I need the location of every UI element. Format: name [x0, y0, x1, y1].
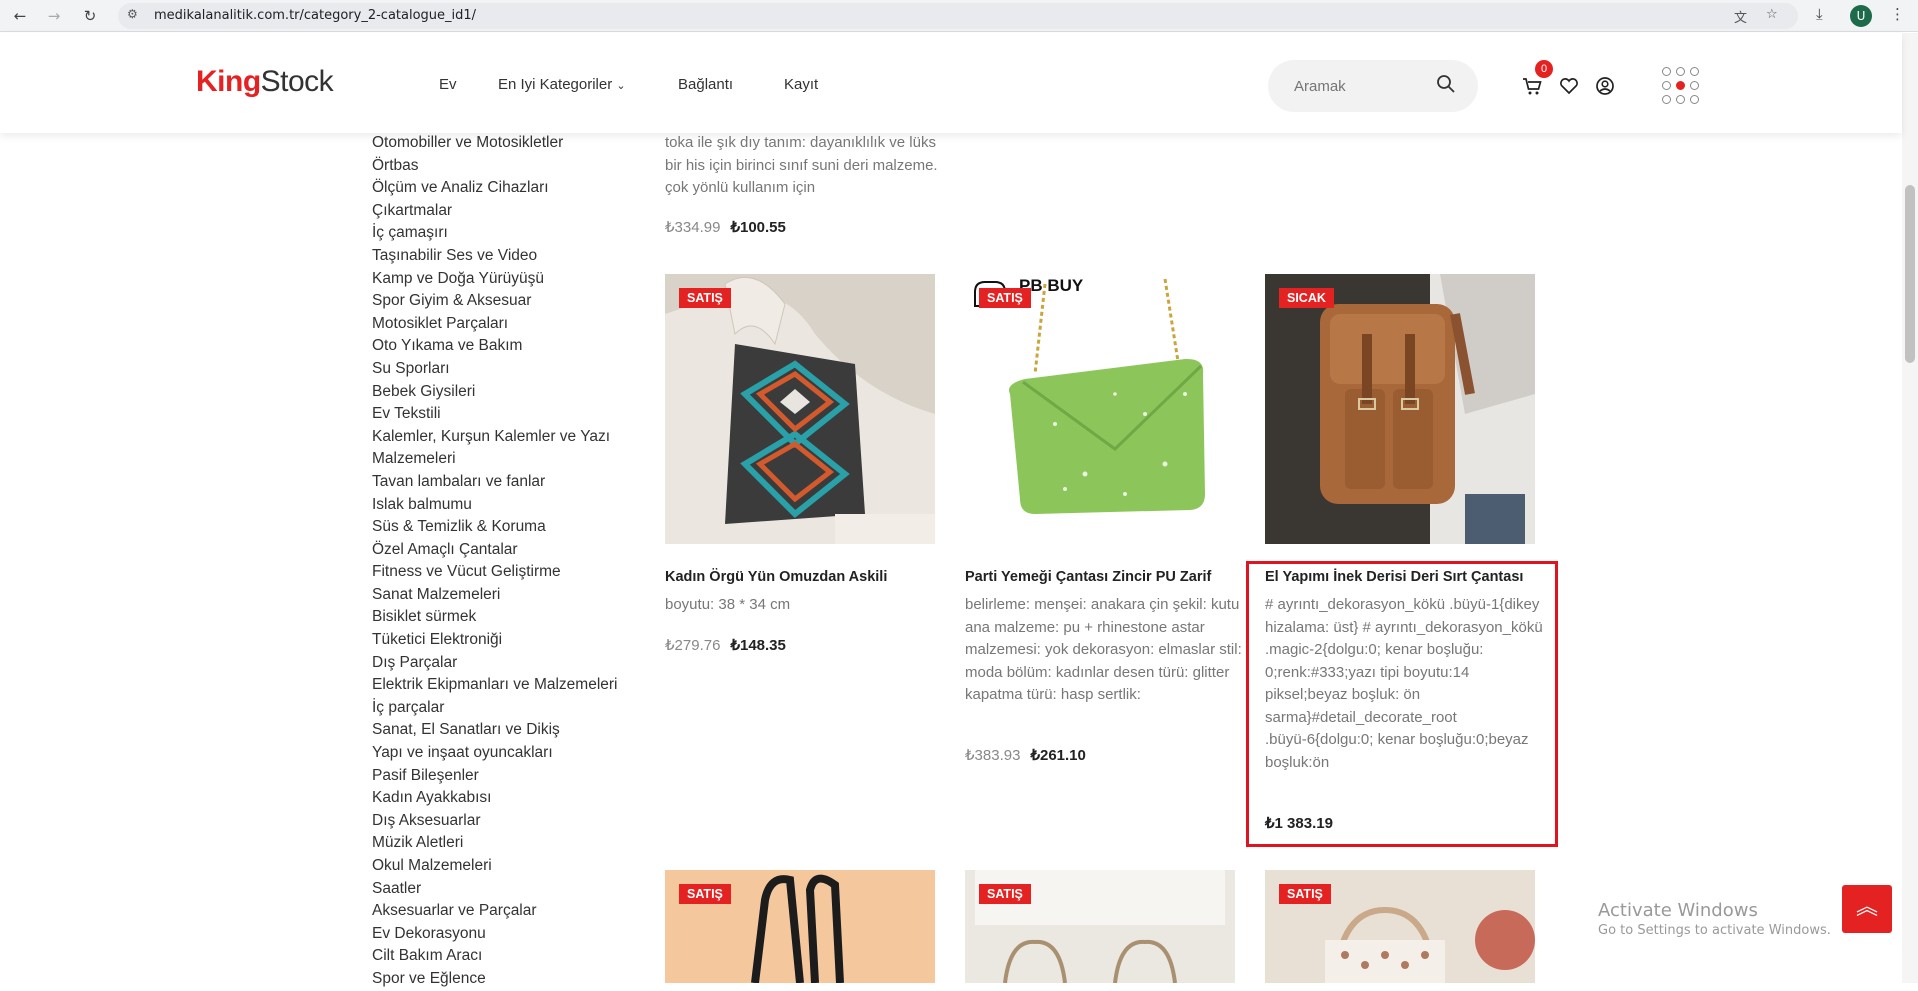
grid-menu-icon[interactable]: [1662, 67, 1702, 107]
site-header: KingStock Ev En Iyi Kategoriler ⌄ Bağlan…: [0, 33, 1902, 133]
product-description: toka ile şık dıy tanım: dayanıklılık ve …: [665, 134, 938, 196]
category-link[interactable]: Sanat, El Sanatları ve Dikiş: [372, 719, 642, 742]
category-link[interactable]: Taşınabilir Ses ve Video: [372, 245, 642, 268]
category-link[interactable]: Otomobiller ve Motosikletler: [372, 132, 642, 155]
scroll-to-top-button[interactable]: ︽: [1842, 885, 1892, 933]
heart-icon[interactable]: [1558, 75, 1580, 97]
category-link[interactable]: Kalemler, Kurşun Kalemler ve Yazı Malzem…: [372, 426, 632, 471]
windows-activation-notice: Activate Windows Go to Settings to activ…: [1598, 900, 1831, 938]
cart-icon[interactable]: [1521, 75, 1543, 97]
product-price: ₺334.99 ₺100.55: [665, 219, 786, 236]
product-description: belirleme: menşei: anakara çin şekil: ku…: [965, 596, 1242, 703]
category-link[interactable]: Çıkartmalar: [372, 200, 642, 223]
sale-badge: SATIŞ: [1279, 884, 1331, 904]
hot-badge: SICAK: [1279, 288, 1334, 308]
category-link[interactable]: Bebek Giysileri: [372, 381, 642, 404]
double-chevron-up-icon: ︽: [1855, 895, 1878, 920]
product-image[interactable]: PB BUY SATIŞ: [965, 274, 1235, 544]
category-link[interactable]: Yapı ve inşaat oyuncakları: [372, 742, 642, 765]
url-text[interactable]: medikalanalitik.com.tr/category_2-catalo…: [154, 8, 476, 23]
leather-backpack-image: [1265, 274, 1535, 544]
category-link[interactable]: İç parçalar: [372, 697, 642, 720]
profile-avatar[interactable]: U: [1850, 5, 1872, 27]
translate-icon[interactable]: 文: [1734, 7, 1747, 26]
product-image[interactable]: SICAK: [1265, 274, 1535, 544]
nav-top-categories[interactable]: En Iyi Kategoriler ⌄: [498, 76, 626, 93]
category-link[interactable]: Dış Aksesuarlar: [372, 810, 642, 833]
category-link[interactable]: Sanat Malzemeleri: [372, 584, 642, 607]
glitter-bag-image: [965, 274, 1235, 544]
category-link[interactable]: Süs & Temizlik & Koruma: [372, 516, 642, 539]
category-link[interactable]: Dış Parçalar: [372, 652, 642, 675]
search-input[interactable]: [1294, 75, 1424, 97]
product-image[interactable]: SATIŞ: [965, 870, 1235, 983]
chevron-down-icon: ⌄: [616, 80, 626, 92]
nav-register[interactable]: Kayıt: [784, 76, 818, 93]
category-link[interactable]: Elektrik Ekipmanları ve Malzemeleri: [372, 674, 642, 697]
category-link[interactable]: Motosiklet Parçaları: [372, 313, 642, 336]
menu-icon[interactable]: ⋮: [1890, 5, 1905, 23]
search-icon[interactable]: [1436, 74, 1456, 94]
category-link[interactable]: Kadın Ayakkabısı: [372, 787, 642, 810]
cart-count-badge: 0: [1535, 60, 1553, 78]
product-price: ₺279.76 ₺148.35: [665, 637, 786, 654]
site-logo[interactable]: KingStock: [196, 65, 334, 99]
reload-icon[interactable]: ↻: [80, 6, 100, 26]
sale-badge: SATIŞ: [979, 288, 1031, 308]
sale-badge: SATIŞ: [679, 288, 731, 308]
category-link[interactable]: Ölçüm ve Analiz Cihazları: [372, 177, 642, 200]
bookmark-star-icon[interactable]: ☆: [1766, 7, 1778, 22]
category-link[interactable]: Özel Amaçlı Çantalar: [372, 539, 642, 562]
highlight-box: [1246, 561, 1558, 847]
search-box: [1268, 60, 1478, 112]
category-link[interactable]: Pasif Bileşenler: [372, 765, 642, 788]
product-description: boyutu: 38 * 34 cm: [665, 596, 791, 613]
nav-home[interactable]: Ev: [439, 76, 457, 93]
category-link[interactable]: Spor ve Eğlence: [372, 968, 642, 991]
category-link[interactable]: Su Sporları: [372, 358, 642, 381]
category-link[interactable]: Okul Malzemeleri: [372, 855, 642, 878]
sale-badge: SATIŞ: [979, 884, 1031, 904]
knit-bag-image: [665, 274, 935, 544]
forward-icon[interactable]: →: [44, 6, 64, 26]
category-sidebar: Otomobiller ve Motosikletler Örtbas Ölçü…: [372, 132, 642, 991]
category-link[interactable]: Oto Yıkama ve Bakım: [372, 335, 642, 358]
page-scrollbar[interactable]: [1902, 33, 1918, 983]
scrollbar-thumb[interactable]: [1905, 185, 1915, 363]
product-title[interactable]: Kadın Örgü Yün Omuzdan Askili: [665, 569, 887, 585]
product-image[interactable]: SATIŞ: [1265, 870, 1535, 983]
category-link[interactable]: Spor Giyim & Aksesuar: [372, 290, 642, 313]
category-link[interactable]: Müzik Aletleri: [372, 832, 642, 855]
download-icon[interactable]: ⤓: [1816, 5, 1823, 23]
category-link[interactable]: Ev Tekstili: [372, 403, 642, 426]
sale-badge: SATIŞ: [679, 884, 731, 904]
address-bar[interactable]: ⚙ medikalanalitik.com.tr/category_2-cata…: [118, 3, 1798, 29]
nav-contact[interactable]: Bağlantı: [678, 76, 733, 93]
product-image[interactable]: SATIŞ: [665, 274, 935, 544]
product-image[interactable]: SATIŞ: [665, 870, 935, 983]
category-link[interactable]: Cilt Bakım Aracı: [372, 945, 642, 968]
product-title[interactable]: Parti Yemeği Çantası Zincir PU Zarif: [965, 569, 1211, 585]
category-link[interactable]: Fitness ve Vücut Geliştirme: [372, 561, 642, 584]
category-link[interactable]: İç çamaşırı: [372, 222, 642, 245]
browser-toolbar: ← → ↻ ⚙ medikalanalitik.com.tr/category_…: [0, 0, 1918, 32]
user-icon[interactable]: [1594, 75, 1616, 97]
site-info-icon[interactable]: ⚙: [127, 7, 138, 21]
category-link[interactable]: Kamp ve Doğa Yürüyüşü: [372, 268, 642, 291]
category-link[interactable]: Bisiklet sürmek: [372, 606, 642, 629]
category-link[interactable]: Tüketici Elektroniği: [372, 629, 642, 652]
category-link[interactable]: Islak balmumu: [372, 494, 642, 517]
product-price: ₺383.93 ₺261.10: [965, 747, 1086, 764]
category-link[interactable]: Ev Dekorasyonu: [372, 923, 642, 946]
category-link[interactable]: Saatler: [372, 878, 642, 901]
category-link[interactable]: Aksesuarlar ve Parçalar: [372, 900, 642, 923]
category-link[interactable]: Tavan lambaları ve fanlar: [372, 471, 642, 494]
category-link[interactable]: Örtbas: [372, 155, 642, 178]
back-icon[interactable]: ←: [10, 6, 30, 26]
